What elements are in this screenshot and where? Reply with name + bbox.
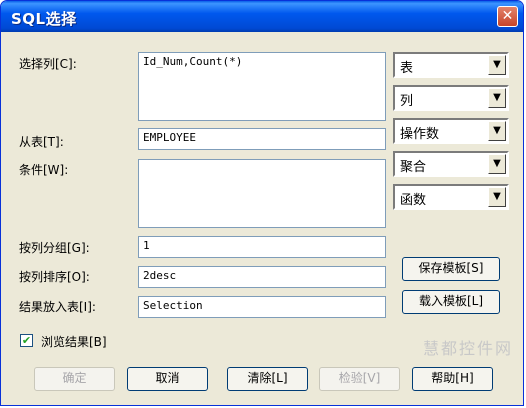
column-combo[interactable]: 列 ▼ xyxy=(393,85,509,111)
sql-select-dialog: SQL选择 ✕ 选择列[C]: 从表[T]: 条件[W]: 按列分组[G]: 按… xyxy=(0,0,524,406)
into-table-label: 结果放入表[I]: xyxy=(19,300,96,314)
select-columns-field[interactable]: Id_Num,Count(*) xyxy=(138,52,386,121)
checkmark-icon: ✔ xyxy=(21,334,32,347)
dropdown-arrow-icon[interactable]: ▼ xyxy=(488,88,506,108)
cancel-button[interactable]: 取消 xyxy=(127,367,208,391)
column-combo-value: 列 xyxy=(400,94,414,109)
table-combo-value: 表 xyxy=(400,61,414,76)
dropdown-arrow-icon[interactable]: ▼ xyxy=(488,187,506,207)
from-table-field[interactable]: EMPLOYEE xyxy=(138,128,386,150)
into-table-field[interactable]: Selection xyxy=(138,296,386,318)
dropdown-arrow-icon[interactable]: ▼ xyxy=(488,154,506,174)
group-by-field[interactable]: 1 xyxy=(138,236,386,258)
order-by-field[interactable]: 2desc xyxy=(138,266,386,288)
help-button[interactable]: 帮助[H] xyxy=(412,367,493,391)
dropdown-arrow-icon[interactable]: ▼ xyxy=(488,121,506,141)
clear-button[interactable]: 清除[L] xyxy=(227,367,308,391)
from-table-label: 从表[T]: xyxy=(19,135,64,149)
save-template-button[interactable]: 保存模板[S] xyxy=(402,257,500,281)
aggregate-combo[interactable]: 聚合 ▼ xyxy=(393,151,509,177)
browse-results-label: 浏览结果[B] xyxy=(41,335,107,349)
operator-combo-value: 操作数 xyxy=(400,127,440,142)
load-template-button[interactable]: 载入模板[L] xyxy=(402,290,500,314)
close-button[interactable]: ✕ xyxy=(497,6,518,27)
verify-button[interactable]: 检验[V] xyxy=(319,367,400,391)
close-icon: ✕ xyxy=(501,8,514,24)
function-combo[interactable]: 函数 ▼ xyxy=(393,184,509,210)
condition-label: 条件[W]: xyxy=(19,163,69,177)
ok-button[interactable]: 确定 xyxy=(34,367,115,391)
select-columns-label: 选择列[C]: xyxy=(19,57,77,71)
browse-results-checkbox[interactable]: ✔ xyxy=(20,334,33,347)
aggregate-combo-value: 聚合 xyxy=(400,160,427,175)
dropdown-arrow-icon[interactable]: ▼ xyxy=(488,55,506,75)
window-title: SQL选择 xyxy=(11,10,77,28)
table-combo[interactable]: 表 ▼ xyxy=(393,52,509,78)
title-bar[interactable]: SQL选择 ✕ xyxy=(1,1,523,32)
operator-combo[interactable]: 操作数 ▼ xyxy=(393,118,509,144)
group-by-label: 按列分组[G]: xyxy=(19,241,90,255)
function-combo-value: 函数 xyxy=(400,193,427,208)
condition-field[interactable] xyxy=(138,159,386,228)
watermark-text: 慧都控件网 xyxy=(422,339,513,358)
order-by-label: 按列排序[O]: xyxy=(19,270,90,284)
